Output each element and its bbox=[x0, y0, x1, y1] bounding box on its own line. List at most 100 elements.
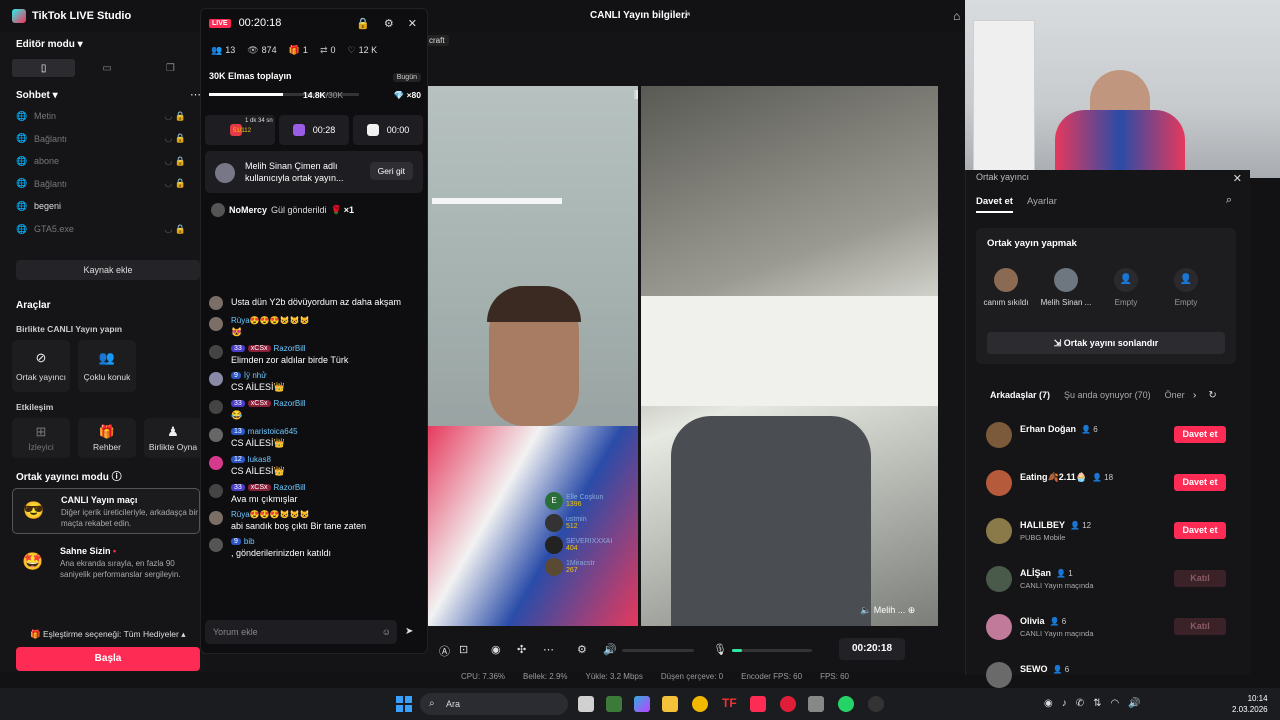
mini-card[interactable]: 00:28 bbox=[279, 115, 349, 145]
end-cohost-button[interactable]: ⇲ Ortak yayını sonlandır bbox=[987, 332, 1225, 354]
chat-username[interactable]: bib bbox=[244, 537, 255, 546]
volume-icon[interactable]: 🔊 bbox=[603, 643, 617, 656]
speaker-icon[interactable]: 🔊 bbox=[1128, 698, 1140, 709]
chat-username[interactable]: RazorBill bbox=[274, 399, 306, 408]
stage-card[interactable]: 🤩 Sahne Sizin • Ana ekranda sırayla, en … bbox=[12, 540, 200, 586]
source-item[interactable]: 🌐 GTA5.exe ◡ 🔒 bbox=[16, 221, 186, 237]
settings-icon[interactable]: ⚙ bbox=[384, 17, 394, 30]
avatar[interactable] bbox=[209, 538, 223, 552]
source-item[interactable]: 🌐 Bağlantı ◡ 🔒 bbox=[16, 176, 186, 192]
wifi-icon[interactable]: ◠ bbox=[1111, 698, 1120, 709]
tf-app-icon[interactable]: TF bbox=[722, 696, 738, 712]
whatsapp-icon[interactable] bbox=[838, 696, 854, 712]
landscape-tab[interactable]: ▭ bbox=[75, 59, 138, 77]
live-info-title[interactable]: CANLI Yayın bilgileri bbox=[590, 10, 688, 21]
chat-username[interactable]: Rüya😍😍😍😺😺😺 bbox=[231, 316, 309, 325]
chat-username[interactable]: lukas8 bbox=[248, 455, 271, 464]
mic-slider[interactable] bbox=[732, 649, 812, 652]
cohost-tool-button[interactable]: ⊘ Ortak yayıncı bbox=[12, 340, 70, 392]
cohost-slot[interactable]: Melih Sinan ... bbox=[1036, 268, 1096, 307]
layers-tab[interactable]: ❐ bbox=[139, 59, 202, 77]
chat-username[interactable]: İÿ nhử bbox=[244, 371, 267, 380]
settings-sliders-icon[interactable]: ⚙ bbox=[577, 643, 587, 656]
effects-icon[interactable]: ✣ bbox=[517, 643, 526, 656]
search-icon[interactable]: ⌕ bbox=[1226, 194, 1232, 207]
avatar[interactable] bbox=[209, 484, 223, 498]
avatar[interactable] bbox=[986, 662, 1012, 688]
avatar[interactable] bbox=[986, 470, 1012, 496]
chat-username[interactable]: RazorBill bbox=[274, 483, 306, 492]
source-item[interactable]: 🌐 abone ◡ 🔒 bbox=[16, 153, 186, 169]
taskbar-search[interactable]: ⌕ Ara bbox=[420, 693, 568, 715]
home-icon[interactable]: ⌂ bbox=[953, 9, 960, 23]
more-options-icon[interactable]: ⋯ bbox=[543, 643, 554, 656]
visibility-icon[interactable]: ◡ 🔒 bbox=[164, 224, 186, 235]
chevron-right-icon[interactable]: › bbox=[1193, 390, 1196, 401]
invite-button[interactable]: Davet et bbox=[1174, 426, 1226, 443]
scene-dropdown[interactable]: Sohbet ▾ bbox=[16, 90, 58, 101]
taskbar-clock[interactable]: 10:14 2.03.2026 bbox=[1232, 693, 1268, 715]
mic-icon[interactable]: 🎙 bbox=[713, 643, 727, 656]
visibility-icon[interactable]: ◡ 🔒 bbox=[164, 111, 186, 122]
chrome-icon[interactable] bbox=[868, 696, 884, 712]
empty-slot[interactable]: 👤 Empty bbox=[1156, 268, 1216, 307]
send-icon[interactable]: ➤ bbox=[405, 626, 413, 637]
match-preference-dropdown[interactable]: 🎁 Eşleştirme seçeneği: Tüm Hediyeler ▴ bbox=[30, 629, 186, 640]
play-together-tool-button[interactable]: ♟ Birlikte Oyna bbox=[144, 418, 202, 458]
mini-card[interactable]: 00:00 bbox=[353, 115, 423, 145]
invite-button[interactable]: Davet et bbox=[1174, 474, 1226, 491]
close-icon[interactable]: ✕ bbox=[1233, 172, 1242, 185]
live-match-card[interactable]: 😎 CANLI Yayın maçı Diğer içerik üreticil… bbox=[12, 488, 200, 534]
guide-tool-button[interactable]: 🎁 Rehber bbox=[78, 418, 136, 458]
tab-invite[interactable]: Davet et bbox=[976, 196, 1013, 213]
comment-input[interactable]: Yorum ekle ☺ bbox=[205, 620, 397, 644]
viewer-tool-button[interactable]: ⊞ İzleyici bbox=[12, 418, 70, 458]
start-button[interactable]: Başla bbox=[16, 647, 200, 671]
coin-app-icon[interactable] bbox=[692, 696, 708, 712]
network-tray-icon[interactable]: ⇅ bbox=[1093, 698, 1101, 709]
avatar[interactable] bbox=[209, 296, 223, 310]
explorer-icon[interactable] bbox=[662, 696, 678, 712]
record-icon[interactable]: ◉ bbox=[491, 643, 501, 656]
cohost-slot[interactable]: canım sıkıldı bbox=[976, 268, 1036, 307]
windows-start-icon[interactable] bbox=[396, 696, 412, 712]
ai-icon[interactable]: Ⓐ bbox=[439, 643, 450, 659]
multi-guest-tool-button[interactable]: 👥 Çoklu konuk bbox=[78, 340, 136, 392]
whatsapp-tray-icon[interactable]: ✆ bbox=[1076, 698, 1084, 709]
avatar[interactable] bbox=[986, 422, 1012, 448]
mini-card[interactable]: 1 dk 34 sn 51/112 bbox=[205, 115, 275, 145]
avatar[interactable] bbox=[209, 428, 223, 442]
tiktok-tray-icon[interactable]: ♪ bbox=[1062, 698, 1067, 709]
split-layout-icon[interactable]: ⫼ bbox=[634, 90, 639, 101]
chat-username[interactable]: maristoica645 bbox=[248, 427, 298, 436]
empty-slot[interactable]: 👤 Empty bbox=[1096, 268, 1156, 307]
calculator-icon[interactable] bbox=[808, 696, 824, 712]
avatar[interactable] bbox=[209, 456, 223, 470]
editor-mode-dropdown[interactable]: Editör modu ▾ bbox=[16, 39, 83, 50]
lock-icon[interactable]: 🔒 bbox=[356, 17, 370, 30]
file-app-icon[interactable] bbox=[578, 696, 594, 712]
source-item[interactable]: 🌐 begeni bbox=[16, 198, 186, 214]
avatar[interactable] bbox=[986, 614, 1012, 640]
tiktok-studio-icon[interactable] bbox=[750, 696, 766, 712]
tab-settings[interactable]: Ayarlar bbox=[1027, 196, 1057, 213]
go-back-button[interactable]: Geri git bbox=[369, 162, 413, 180]
chat-username[interactable]: RazorBill bbox=[274, 344, 306, 353]
opera-icon[interactable] bbox=[780, 696, 796, 712]
visibility-icon[interactable]: ◡ 🔒 bbox=[164, 133, 186, 144]
avatar[interactable] bbox=[209, 372, 223, 386]
portrait-tab[interactable]: ▯ bbox=[12, 59, 76, 77]
add-source-button[interactable]: Kaynak ekle bbox=[16, 260, 200, 280]
avatar[interactable] bbox=[986, 566, 1012, 592]
join-button[interactable]: Katıl bbox=[1174, 570, 1226, 587]
scene-icon[interactable]: ⊡ bbox=[459, 643, 468, 656]
volume-slider[interactable] bbox=[622, 649, 694, 652]
tab-playing-now[interactable]: Şu anda oynuyor (70) bbox=[1064, 390, 1151, 400]
tab-suggested[interactable]: Öner bbox=[1165, 390, 1185, 400]
visibility-icon[interactable]: ◡ 🔒 bbox=[164, 178, 186, 189]
help-icon[interactable]: ⓘ bbox=[112, 472, 122, 483]
minecraft-icon[interactable] bbox=[606, 696, 622, 712]
tab-friends[interactable]: Arkadaşlar (7) bbox=[990, 390, 1050, 400]
source-item[interactable]: 🌐 Metin ◡ 🔒 bbox=[16, 108, 186, 124]
avatar[interactable] bbox=[209, 345, 223, 359]
